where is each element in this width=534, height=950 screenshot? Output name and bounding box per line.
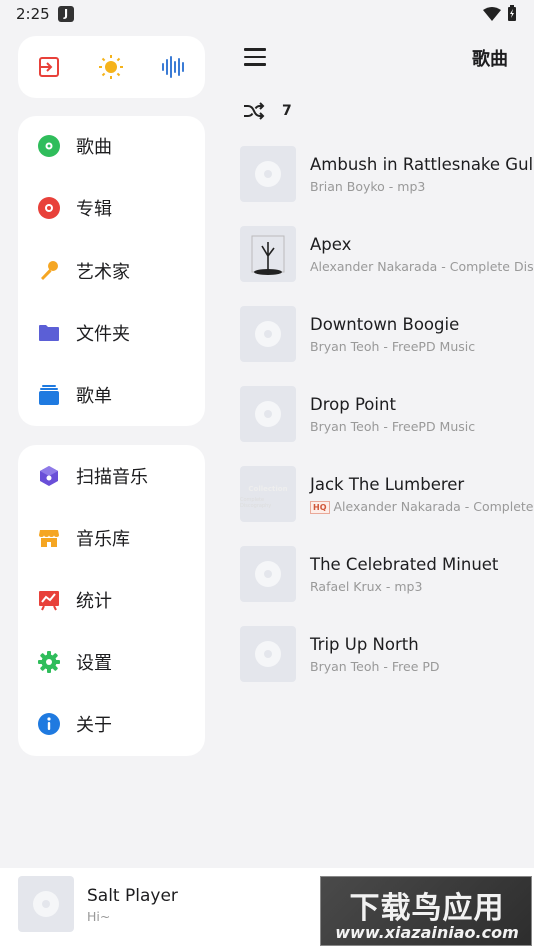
- drawer-item-artists[interactable]: 艺术家: [18, 246, 205, 296]
- song-item[interactable]: Collection Complete Discography Jack The…: [240, 466, 534, 524]
- drawer-item-folders[interactable]: 文件夹: [18, 308, 205, 358]
- wifi-icon: [483, 7, 501, 21]
- drawer-item-playlists[interactable]: 歌单: [18, 370, 205, 420]
- album-art-text: Collection: [248, 485, 288, 493]
- watermark-title: 下载鸟应用: [349, 891, 505, 926]
- song-title: Downtown Boogie: [310, 315, 460, 334]
- song-item[interactable]: The Celebrated Minuet Rafael Krux - mp3: [240, 546, 534, 604]
- song-disc-icon: [37, 134, 61, 158]
- drawer-item-songs[interactable]: 歌曲: [18, 121, 205, 171]
- page-title: 歌曲: [472, 49, 508, 70]
- drawer-item-label: 歌曲: [76, 137, 112, 158]
- app-notification-icon: J: [58, 6, 74, 22]
- drawer-item-scan-music[interactable]: 扫描音乐: [18, 451, 205, 501]
- drawer-item-label: 文件夹: [76, 324, 130, 345]
- disc-icon: [255, 321, 281, 347]
- info-icon: [37, 712, 61, 736]
- drawer-item-label: 专辑: [76, 199, 112, 220]
- store-icon: [37, 526, 61, 550]
- album-disc-icon: [37, 196, 61, 220]
- drawer-item-label: 音乐库: [76, 529, 130, 550]
- folder-icon: [37, 321, 61, 345]
- player-album-art: [18, 876, 74, 932]
- watermark-url: www.xiazainiao.com: [335, 923, 519, 942]
- song-item[interactable]: Trip Up North Bryan Teoh - Free PD: [240, 626, 534, 684]
- playlist-icon: [37, 383, 61, 407]
- menu-icon[interactable]: [244, 48, 266, 66]
- album-art: [240, 226, 296, 282]
- drawer-item-statistics[interactable]: 统计: [18, 575, 205, 625]
- song-title: The Celebrated Minuet: [310, 555, 499, 574]
- scan-cube-icon: [37, 464, 61, 488]
- song-subtitle: Bryan Teoh - FreePD Music: [310, 419, 476, 434]
- song-title: Apex: [310, 235, 352, 254]
- tools-menu: 扫描音乐 音乐库 统计 设置 关于: [18, 445, 205, 756]
- song-subtitle: Bryan Teoh - Free PD: [310, 659, 440, 674]
- equalizer-icon[interactable]: [160, 53, 188, 81]
- gear-icon: [37, 650, 61, 674]
- library-menu: 歌曲 专辑 艺术家 文件夹 歌单: [18, 116, 205, 426]
- album-art-placeholder: [240, 626, 296, 682]
- stats-icon: [37, 588, 61, 612]
- drawer-item-music-library[interactable]: 音乐库: [18, 513, 205, 563]
- drawer-item-about[interactable]: 关于: [18, 699, 205, 749]
- player-subtitle: Hi~: [87, 909, 111, 924]
- shuffle-icon[interactable]: [243, 101, 265, 121]
- disc-icon: [255, 161, 281, 187]
- song-item[interactable]: Drop Point Bryan Teoh - FreePD Music: [240, 386, 534, 444]
- status-time: 2:25: [16, 5, 50, 23]
- status-bar: 2:25 J: [0, 0, 534, 28]
- song-subtitle: Alexander Nakarada - Complete Discograph…: [310, 259, 534, 274]
- song-subtitle: Rafael Krux - mp3: [310, 579, 423, 594]
- drawer-item-label: 歌单: [76, 386, 112, 407]
- song-title: Jack The Lumberer: [310, 475, 465, 494]
- hq-badge: HQ: [310, 501, 330, 514]
- album-art-placeholder: [240, 146, 296, 202]
- song-subtitle: Bryan Teoh - FreePD Music: [310, 339, 476, 354]
- song-title: Ambush in Rattlesnake Gulch: [310, 155, 534, 174]
- song-subtitle: Brian Boyko - mp3: [310, 179, 426, 194]
- song-subtitle: Alexander Nakarada - Complete Discograph…: [333, 499, 534, 514]
- exit-icon[interactable]: [35, 53, 63, 81]
- disc-icon: [255, 641, 281, 667]
- album-art-text: Complete Discography: [240, 497, 272, 509]
- album-art-figure: [251, 235, 285, 275]
- drawer-item-label: 设置: [76, 653, 112, 674]
- album-art-placeholder: [240, 386, 296, 442]
- song-subtitle-row: HQAlexander Nakarada - Complete Discogra…: [310, 499, 534, 514]
- song-count: 7: [282, 103, 292, 119]
- drawer-item-label: 艺术家: [76, 262, 130, 283]
- drawer-item-label: 统计: [76, 591, 112, 612]
- album-art-placeholder: [240, 306, 296, 362]
- song-title: Drop Point: [310, 395, 396, 414]
- album-art-placeholder: [240, 546, 296, 602]
- watermark: 下载鸟应用 www.xiazainiao.com: [320, 876, 532, 946]
- drawer-item-label: 关于: [76, 715, 112, 736]
- quick-actions-card: [18, 36, 205, 98]
- song-title: Trip Up North: [310, 635, 419, 654]
- sun-icon[interactable]: [97, 53, 125, 81]
- battery-icon: [508, 5, 516, 21]
- microphone-icon: [37, 259, 61, 283]
- player-title: Salt Player: [87, 886, 178, 906]
- song-item[interactable]: Downtown Boogie Bryan Teoh - FreePD Musi…: [240, 306, 534, 364]
- drawer-item-albums[interactable]: 专辑: [18, 183, 205, 233]
- song-item[interactable]: Ambush in Rattlesnake Gulch Brian Boyko …: [240, 146, 534, 204]
- drawer-item-label: 扫描音乐: [76, 467, 148, 488]
- album-art: Collection Complete Discography: [240, 466, 296, 522]
- disc-icon: [255, 401, 281, 427]
- drawer-item-settings[interactable]: 设置: [18, 637, 205, 687]
- song-item[interactable]: Apex Alexander Nakarada - Complete Disco…: [240, 226, 534, 284]
- disc-icon: [255, 561, 281, 587]
- disc-icon: [33, 891, 59, 917]
